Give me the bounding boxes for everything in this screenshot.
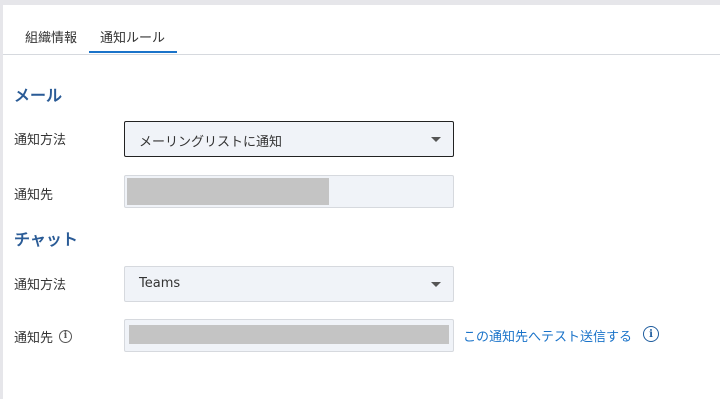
tab-bar: 組織情報 通知ルール — [3, 5, 720, 55]
mail-destination-field[interactable] — [124, 175, 454, 208]
chat-method-label: 通知方法 — [14, 278, 67, 293]
mail-method-label: 通知方法 — [14, 133, 67, 148]
chevron-down-icon — [431, 137, 441, 142]
redacted-value — [129, 325, 449, 344]
chat-destination-label: 通知先 i — [14, 327, 73, 346]
chat-method-value: Teams — [139, 276, 181, 291]
test-send-link[interactable]: この通知先へテスト送信する — [463, 326, 632, 345]
chat-section-title: チャット — [14, 230, 78, 249]
chat-destination-label-text: 通知先 — [14, 331, 54, 346]
mail-method-value: メーリングリストに通知 — [139, 135, 283, 150]
info-icon[interactable]: i — [59, 330, 73, 343]
tab-notification-rules[interactable]: 通知ルール — [100, 27, 165, 46]
mail-method-select[interactable]: メーリングリストに通知 — [124, 121, 454, 157]
info-icon[interactable]: i — [643, 326, 659, 342]
chevron-down-icon — [431, 282, 441, 287]
tab-organization-info[interactable]: 組織情報 — [25, 27, 77, 46]
chat-method-select[interactable]: Teams — [124, 266, 454, 302]
settings-panel: 組織情報 通知ルール メール 通知方法 メーリングリストに通知 通知先 チャット… — [3, 5, 720, 399]
chat-destination-field[interactable] — [124, 319, 454, 352]
mail-section-title: メール — [14, 86, 63, 105]
redacted-value — [127, 178, 329, 205]
mail-destination-label: 通知先 — [14, 188, 54, 203]
active-tab-indicator — [89, 51, 177, 53]
